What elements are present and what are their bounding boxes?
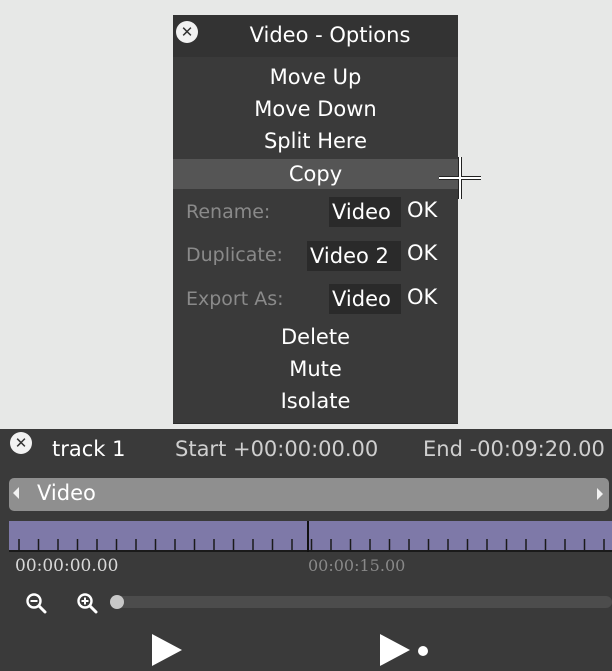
- isolate-button[interactable]: Isolate: [173, 386, 458, 416]
- zoom-slider-track[interactable]: [112, 596, 612, 608]
- clip-left-handle-icon[interactable]: [13, 487, 19, 499]
- clip-right-handle-icon[interactable]: [597, 488, 603, 500]
- split-here-button[interactable]: Split Here: [173, 126, 458, 156]
- play-icon[interactable]: [150, 632, 184, 668]
- delete-button[interactable]: Delete: [173, 322, 458, 352]
- timecode-mid: 00:00:15.00: [308, 556, 406, 575]
- duplicate-label: Duplicate:: [186, 244, 283, 266]
- popup-header: ✕ Video - Options: [173, 15, 458, 57]
- duplicate-input[interactable]: Video 2: [307, 241, 401, 271]
- track-start-time: Start +00:00:00.00: [175, 437, 379, 461]
- export-as-input[interactable]: Video: [329, 284, 401, 314]
- close-icon[interactable]: ✕: [10, 432, 32, 454]
- timeline-ruler[interactable]: [9, 521, 612, 552]
- export-ok-button[interactable]: OK: [407, 285, 437, 309]
- zoom-slider-knob[interactable]: [110, 595, 124, 609]
- popup-title: Video - Options: [249, 23, 411, 47]
- mute-button[interactable]: Mute: [173, 354, 458, 384]
- timecode-start: 00:00:00.00: [15, 556, 119, 576]
- rename-ok-button[interactable]: OK: [407, 198, 437, 222]
- video-clip[interactable]: Video: [9, 478, 609, 511]
- export-as-label: Export As:: [186, 288, 284, 310]
- rename-input[interactable]: Video: [329, 197, 401, 227]
- track-panel: ✕ track 1 Start +00:00:00.00 End -00:09:…: [0, 429, 612, 671]
- move-down-button[interactable]: Move Down: [173, 94, 458, 124]
- video-options-popup: ✕ Video - Options Move Up Move Down Spli…: [173, 15, 458, 424]
- track-end-time: End -00:09:20.00: [423, 437, 605, 461]
- move-up-button[interactable]: Move Up: [173, 62, 458, 92]
- play-selection-icon[interactable]: [378, 632, 432, 668]
- rename-label: Rename:: [186, 201, 271, 223]
- duplicate-ok-button[interactable]: OK: [407, 241, 437, 265]
- track-name: track 1: [52, 437, 126, 461]
- zoom-out-icon[interactable]: [25, 592, 47, 614]
- close-icon[interactable]: ✕: [176, 21, 198, 43]
- zoom-in-icon[interactable]: [76, 592, 98, 614]
- crosshair-cursor-icon: [439, 157, 481, 199]
- copy-button[interactable]: Copy: [173, 159, 458, 189]
- clip-name: Video: [37, 481, 96, 505]
- timeline-ticks: [9, 521, 612, 552]
